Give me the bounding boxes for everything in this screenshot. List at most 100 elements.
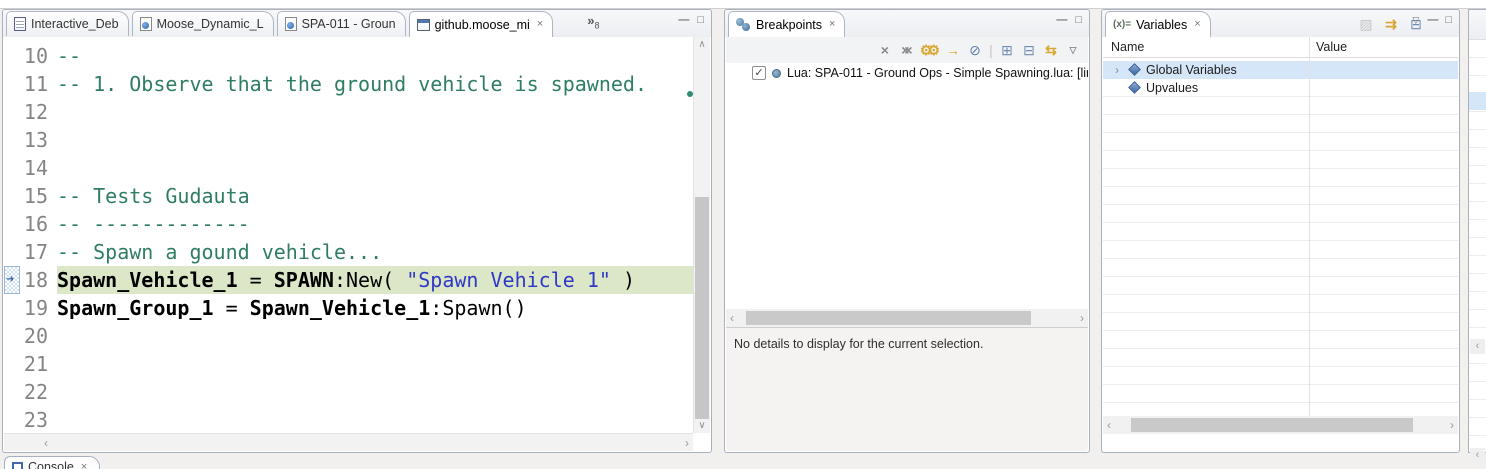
tab-label: github.moose_mi xyxy=(435,18,530,32)
scroll-right-icon[interactable]: › xyxy=(1450,417,1454,433)
more-tabs-chevron[interactable]: »8 xyxy=(587,13,599,31)
editor-horizontal-scrollbar[interactable]: ‹ › xyxy=(4,433,693,451)
show-type-names-icon[interactable]: ▨ xyxy=(1357,15,1375,33)
minimize-icon[interactable]: — xyxy=(1427,15,1437,26)
collapse-all-icon[interactable]: ⊟ xyxy=(1020,41,1038,59)
remove-breakpoint-icon[interactable]: × xyxy=(876,41,894,59)
scroll-left-icon[interactable]: ‹ xyxy=(1107,417,1111,433)
gutter-marker xyxy=(4,294,20,322)
expand-icon[interactable]: › xyxy=(1111,63,1123,77)
minimize-icon[interactable]: — xyxy=(678,15,688,26)
minimize-icon[interactable]: — xyxy=(1056,15,1066,26)
close-icon[interactable]: × xyxy=(1194,19,1200,30)
tab-console[interactable]: Console × xyxy=(4,456,100,469)
breakpoints-horizontal-scrollbar[interactable]: ‹ › xyxy=(726,309,1088,327)
editor-tab-spa-011-groun[interactable]: SPA-011 - Groun xyxy=(277,11,406,36)
maximize-icon[interactable]: □ xyxy=(1445,15,1452,26)
gutter-marker xyxy=(4,70,20,98)
breakpoint-details-pane: No details to display for the current se… xyxy=(726,327,1088,451)
console-icon xyxy=(12,462,23,469)
code-line-23: 23 xyxy=(4,406,693,433)
scroll-down-icon[interactable]: ∨ xyxy=(694,420,710,431)
expand-all-icon[interactable]: ⊞ xyxy=(998,41,1016,59)
go-to-file-for-breakpoint-icon[interactable]: → xyxy=(944,41,962,59)
variables-column-headers: Name Value xyxy=(1103,37,1458,58)
scroll-left-icon[interactable]: ‹ xyxy=(730,310,734,326)
scroll-left-icon[interactable]: ‹ xyxy=(44,435,48,451)
close-icon[interactable]: × xyxy=(81,462,87,469)
tab-label: SPA-011 - Groun xyxy=(302,17,396,31)
scroll-left-icon[interactable]: ‹ xyxy=(1470,339,1485,354)
window-doc-icon xyxy=(417,19,430,31)
breakpoint-checkbox[interactable]: ✓ xyxy=(752,66,766,80)
right-panel-table xyxy=(1469,40,1486,452)
close-icon[interactable]: × xyxy=(829,19,835,30)
code-text: -- xyxy=(57,42,693,70)
code-text xyxy=(57,406,693,433)
variable-name: Global Variables xyxy=(1146,63,1237,77)
tab-label: Moose_Dynamic_L xyxy=(157,17,264,31)
link-with-debug-view-icon[interactable]: ⇆ xyxy=(1042,41,1060,59)
line-number: 23 xyxy=(20,406,57,433)
code-text xyxy=(57,126,693,154)
line-number: 11 xyxy=(20,70,57,98)
gutter-marker xyxy=(4,42,20,70)
tab-variables[interactable]: (x)= Variables × xyxy=(1105,11,1211,37)
console-doc-icon xyxy=(14,17,26,31)
code-line-10: 10-- xyxy=(4,42,693,70)
scroll-right-icon[interactable]: › xyxy=(685,435,689,451)
breakpoint-item[interactable]: ✓ Lua: SPA-011 - Ground Ops - Simple Spa… xyxy=(726,63,1088,80)
variable-diamond-icon xyxy=(1128,63,1141,76)
horizontal-scroll-thumb[interactable] xyxy=(746,311,1031,325)
variables-horizontal-scrollbar[interactable]: ‹ › xyxy=(1103,416,1458,434)
code-text xyxy=(57,350,693,378)
scroll-left-icon[interactable]: ‹ xyxy=(1470,448,1485,463)
skip-all-breakpoints-icon[interactable]: ⊘ xyxy=(966,41,984,59)
breakpoints-icon xyxy=(736,18,751,31)
toolbar-separator: | xyxy=(988,41,994,59)
horizontal-scroll-thumb[interactable] xyxy=(1131,418,1413,432)
code-line-19: 19Spawn_Group_1 = Spawn_Vehicle_1:Spawn(… xyxy=(4,294,693,322)
top-strip xyxy=(0,0,1486,9)
code-line-11: 11-- 1. Observe that the ground vehicle … xyxy=(4,70,693,98)
line-number: 20 xyxy=(20,322,57,350)
variables-icon: (x)= xyxy=(1113,19,1131,30)
editor-tab-moose-dynamic-l[interactable]: Moose_Dynamic_L xyxy=(132,11,274,36)
column-divider[interactable] xyxy=(1309,37,1310,416)
code-text: -- Tests Gudauta xyxy=(57,182,693,210)
scroll-up-icon[interactable]: ∧ xyxy=(694,39,710,50)
code-line-17: 17-- Spawn a gound vehicle... xyxy=(4,238,693,266)
scroll-right-icon[interactable]: › xyxy=(1080,310,1084,326)
close-icon[interactable]: × xyxy=(537,19,543,30)
column-header-value[interactable]: Value xyxy=(1316,40,1347,54)
code-line-18: 18Spawn_Vehicle_1 = SPAWN:New( "Spawn Ve… xyxy=(4,266,693,294)
line-number: 13 xyxy=(20,126,57,154)
debug-current-line-marker[interactable] xyxy=(4,266,20,294)
variable-row-upvalues[interactable]: Upvalues xyxy=(1103,79,1458,97)
vertical-scroll-thumb[interactable] xyxy=(695,197,709,419)
editor-vertical-scrollbar[interactable]: ∧ ∨ xyxy=(693,37,710,433)
tab-breakpoints[interactable]: Breakpoints × xyxy=(728,11,845,37)
remove-all-breakpoints-icon[interactable]: ×× xyxy=(898,41,916,59)
gutter-marker xyxy=(4,350,20,378)
breakpoints-list: ✓ Lua: SPA-011 - Ground Ops - Simple Spa… xyxy=(726,63,1088,309)
maximize-icon[interactable]: □ xyxy=(697,15,704,26)
maximize-icon[interactable]: □ xyxy=(1075,15,1082,26)
variable-row-global-variables[interactable]: › Global Variables xyxy=(1103,61,1458,79)
view-menu-icon[interactable]: ▽ xyxy=(1412,16,1419,25)
variables-footer xyxy=(1103,434,1458,451)
code-line-16: 16-- ------------- xyxy=(4,210,693,238)
gutter-marker xyxy=(4,322,20,350)
code-text: -- ------------- xyxy=(57,210,693,238)
line-number: 14 xyxy=(20,154,57,182)
view-menu-icon[interactable]: ▽ xyxy=(1064,41,1082,59)
tab-label: Variables xyxy=(1136,18,1187,32)
gutter-marker xyxy=(4,210,20,238)
lua-file-icon xyxy=(285,17,297,31)
editor-tab-interactive-deb[interactable]: Interactive_Deb xyxy=(6,11,129,36)
show-logical-structure-icon[interactable]: ⇉ xyxy=(1382,15,1400,33)
editor-tab-github-moose-mi[interactable]: github.moose_mi × xyxy=(409,11,554,37)
code-editor[interactable]: 10--11-- 1. Observe that the ground vehi… xyxy=(4,37,693,433)
column-header-name[interactable]: Name xyxy=(1111,40,1144,54)
show-supported-breakpoints-icon[interactable]: ⚙⚙ xyxy=(920,41,940,59)
